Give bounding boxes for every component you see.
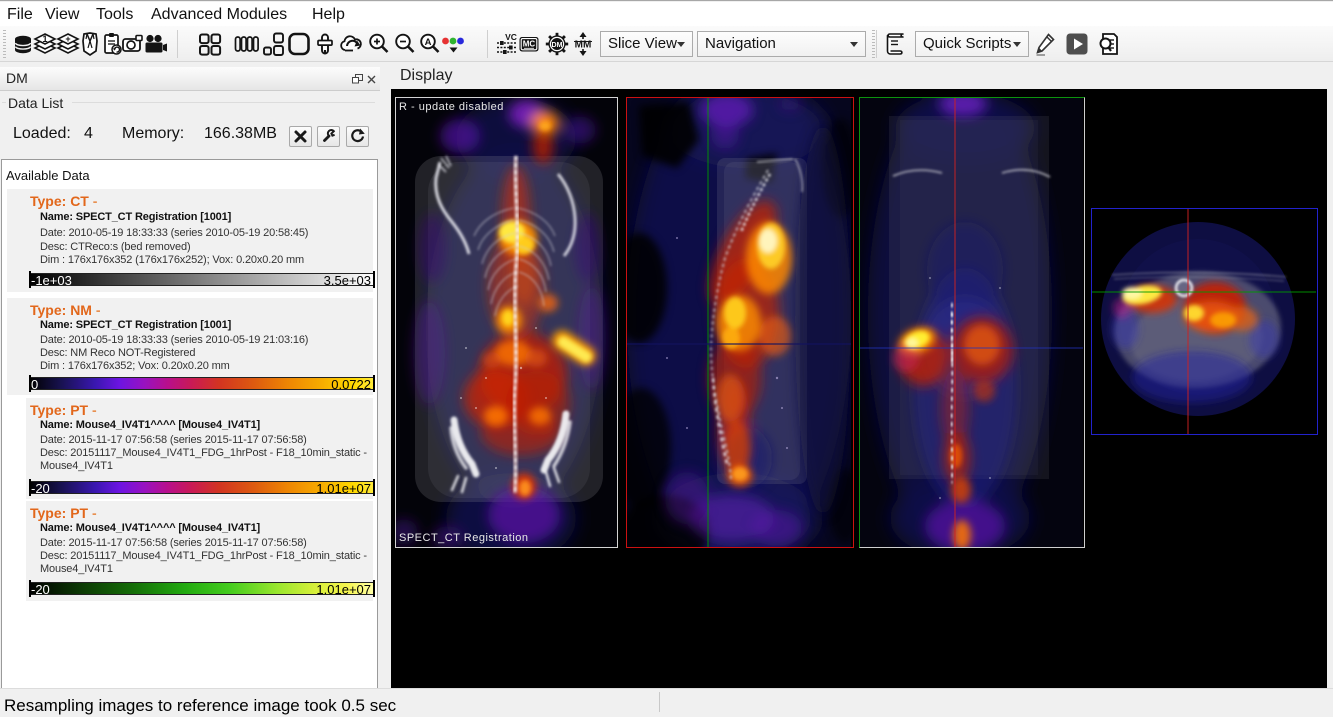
svg-text:MC: MC <box>523 40 536 49</box>
svg-text:1: 1 <box>42 34 47 44</box>
svg-text:DM: DM <box>552 42 563 49</box>
svg-text:A: A <box>425 37 432 48</box>
svg-text:+: + <box>65 34 70 44</box>
